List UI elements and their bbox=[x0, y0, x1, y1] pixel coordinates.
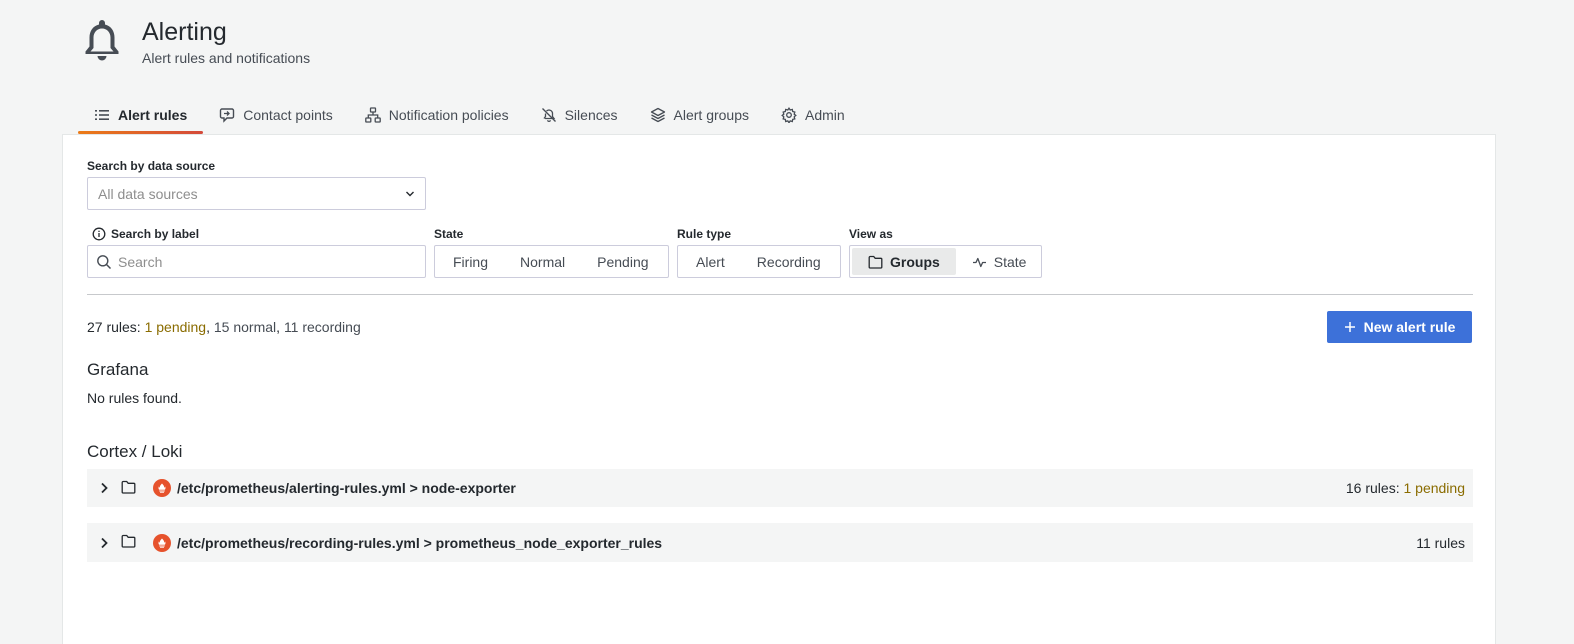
folder-icon bbox=[121, 534, 141, 551]
folder-icon bbox=[868, 255, 883, 269]
rules-summary: 27 rules: 1 pending, 15 normal, 11 recor… bbox=[87, 319, 361, 335]
grafana-empty-message: No rules found. bbox=[87, 390, 182, 406]
info-circle-icon[interactable] bbox=[92, 227, 106, 241]
tab-label: Alert rules bbox=[118, 106, 188, 123]
rule-group-row[interactable]: /etc/prometheus/alerting-rules.yml > nod… bbox=[87, 469, 1473, 507]
rule-group-name: /etc/prometheus/alerting-rules.yml > nod… bbox=[177, 480, 516, 496]
datasource-placeholder: All data sources bbox=[98, 185, 198, 202]
summary-total: 27 rules: bbox=[87, 319, 145, 335]
search-icon bbox=[97, 254, 112, 269]
tab-label: Alert groups bbox=[673, 106, 749, 123]
summary-sep: , bbox=[276, 319, 284, 335]
tab-label: Admin bbox=[805, 106, 845, 123]
rule-group-count-total: 11 rules bbox=[1416, 534, 1465, 551]
tab-alert-groups[interactable]: Alert groups bbox=[634, 96, 765, 133]
view-as-state-label: State bbox=[993, 253, 1027, 270]
tab-alert-rules[interactable]: Alert rules bbox=[78, 96, 204, 134]
tab-notification-policies[interactable]: Notification policies bbox=[349, 96, 525, 133]
state-option-pending[interactable]: Pending bbox=[581, 248, 664, 275]
grafana-section-title: Grafana bbox=[87, 360, 149, 379]
new-alert-rule-button[interactable]: New alert rule bbox=[1327, 311, 1472, 343]
rule-group-count: 16 rules: 1 pending bbox=[1346, 480, 1465, 496]
state-option-firing[interactable]: Firing bbox=[437, 248, 504, 275]
bell-icon bbox=[85, 20, 119, 61]
tab-bar: Alert rules Contact points Notification … bbox=[78, 96, 861, 134]
tab-label: Silences bbox=[564, 106, 618, 123]
rule-type-option-alert[interactable]: Alert bbox=[680, 248, 741, 275]
rule-type-filter-group: Alert Recording bbox=[677, 245, 841, 278]
prometheus-logo-icon bbox=[153, 533, 171, 552]
tab-silences[interactable]: Silences bbox=[525, 96, 634, 133]
view-as-groups-label: Groups bbox=[890, 253, 940, 270]
sitemap-icon bbox=[364, 106, 381, 123]
label-search-placeholder: Search bbox=[118, 253, 163, 270]
rule-type-option-recording[interactable]: Recording bbox=[741, 248, 837, 275]
rule-group-count-pending: 1 pending bbox=[1403, 480, 1465, 496]
tab-label: Contact points bbox=[243, 106, 333, 123]
folder-icon bbox=[121, 480, 141, 497]
rule-group-name: /etc/prometheus/recording-rules.yml > pr… bbox=[177, 534, 663, 551]
rule-type-filter-label: Rule type bbox=[677, 227, 732, 241]
chevron-down-icon bbox=[406, 191, 414, 197]
page-title: Alerting bbox=[142, 18, 227, 46]
tab-admin[interactable]: Admin bbox=[765, 96, 861, 133]
heart-rate-icon bbox=[972, 257, 986, 267]
list-icon bbox=[95, 109, 109, 120]
summary-pending: 1 pending bbox=[144, 319, 207, 335]
label-search-text: Search by label bbox=[111, 227, 200, 241]
rules-panel: Search by data source All data sources S… bbox=[62, 134, 1496, 644]
layer-group-icon bbox=[650, 107, 665, 122]
datasource-filter-label: Search by data source bbox=[87, 159, 216, 173]
tab-label: Notification policies bbox=[388, 106, 509, 123]
filter-divider bbox=[87, 294, 1473, 295]
state-filter-group: Firing Normal Pending bbox=[434, 245, 669, 278]
rule-group-count-total: 16 rules: bbox=[1345, 480, 1404, 496]
view-as-state[interactable]: State bbox=[956, 248, 1043, 275]
page-subtitle: Alert rules and notifications bbox=[142, 50, 311, 66]
page-header: Alerting Alert rules and notifications bbox=[84, 16, 310, 66]
cortex-section-title: Cortex / Loki bbox=[87, 442, 183, 461]
state-option-normal[interactable]: Normal bbox=[504, 248, 581, 275]
view-as-label: View as bbox=[849, 227, 893, 241]
rule-group-row[interactable]: /etc/prometheus/recording-rules.yml > pr… bbox=[87, 523, 1473, 562]
plus-icon bbox=[1344, 322, 1355, 332]
summary-normal: 15 normal bbox=[213, 319, 277, 335]
chevron-right-icon[interactable] bbox=[87, 537, 121, 549]
bell-slash-icon bbox=[541, 107, 556, 122]
rule-group-count: 11 rules bbox=[1416, 535, 1465, 551]
view-as-groups[interactable]: Groups bbox=[852, 248, 956, 275]
label-search-label: Search by label bbox=[92, 227, 199, 241]
prometheus-logo-icon bbox=[153, 479, 171, 497]
datasource-select[interactable]: All data sources bbox=[87, 177, 426, 210]
chevron-right-icon[interactable] bbox=[87, 482, 121, 494]
new-alert-rule-label: New alert rule bbox=[1363, 319, 1456, 335]
summary-sep: , bbox=[206, 319, 214, 335]
cog-icon bbox=[781, 106, 797, 123]
comment-alt-share-icon bbox=[220, 107, 235, 123]
tab-contact-points[interactable]: Contact points bbox=[203, 96, 349, 133]
state-filter-label: State bbox=[434, 227, 464, 241]
summary-recording: 11 recording bbox=[283, 319, 361, 335]
view-as-group: Groups State bbox=[849, 245, 1042, 278]
label-search-input[interactable]: Search bbox=[87, 245, 426, 278]
